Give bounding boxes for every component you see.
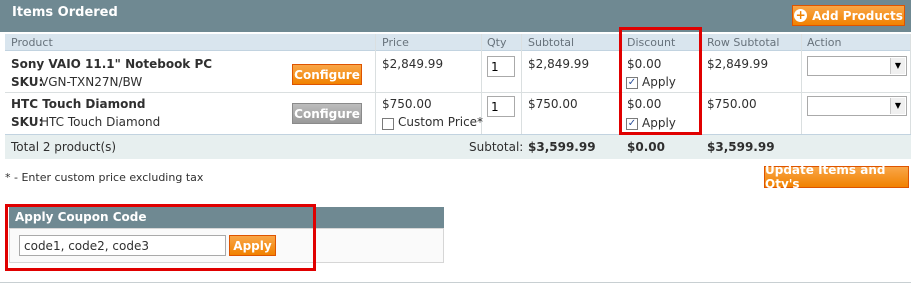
totals-row-subtotal-value: $3,599.99 xyxy=(707,140,775,154)
chevron-down-icon: ▼ xyxy=(890,58,905,74)
subtotal-value: $750.00 xyxy=(528,97,578,111)
action-select[interactable]: ▼ xyxy=(807,96,907,116)
qty-input[interactable] xyxy=(487,96,515,117)
sku-value: HTC Touch Diamond xyxy=(40,115,161,129)
column-header-subtotal: Subtotal xyxy=(528,36,575,49)
column-header-row-subtotal: Row Subtotal xyxy=(707,36,780,49)
discount-highlight-box xyxy=(619,27,702,135)
add-products-label: Add Products xyxy=(812,8,903,23)
row-divider xyxy=(5,92,911,93)
subtotal-value: $2,849.99 xyxy=(528,57,590,71)
column-header-product: Product xyxy=(11,36,53,49)
action-select[interactable]: ▼ xyxy=(807,56,907,76)
price-value: $2,849.99 xyxy=(382,57,444,71)
column-header-action: Action xyxy=(807,36,842,49)
row-subtotal-value: $2,849.99 xyxy=(707,57,769,71)
plus-icon: + xyxy=(794,8,808,22)
configure-button[interactable]: Configure xyxy=(292,64,362,85)
custom-price-note: * - Enter custom price excluding tax xyxy=(5,171,204,184)
total-products-label: Total 2 product(s) xyxy=(11,140,117,154)
custom-price-checkbox[interactable] xyxy=(382,118,394,130)
totals-discount-value: $0.00 xyxy=(627,140,665,154)
product-name: Sony VAIO 11.1" Notebook PC xyxy=(11,57,213,71)
configure-button-disabled[interactable]: Configure xyxy=(292,103,362,124)
column-header-qty: Qty xyxy=(487,36,507,49)
grid-header-row: Product Price Qty Subtotal Discount Row … xyxy=(5,34,911,51)
product-name: HTC Touch Diamond xyxy=(11,97,146,111)
sku-label: SKU: xyxy=(11,115,44,129)
sku-value: VGN-TXN27N/BW xyxy=(40,75,143,89)
column-header-price: Price xyxy=(382,36,409,49)
coupon-highlight-box xyxy=(5,204,316,271)
chevron-down-icon: ▼ xyxy=(890,98,905,114)
custom-price-label: Custom Price* xyxy=(398,115,484,129)
sku-label: SKU: xyxy=(11,75,44,89)
section-title: Items Ordered xyxy=(12,5,118,20)
qty-input[interactable] xyxy=(487,56,515,77)
section-divider xyxy=(0,282,911,283)
totals-subtotal-value: $3,599.99 xyxy=(528,140,596,154)
price-value: $750.00 xyxy=(382,97,432,111)
items-ordered-header: Items Ordered + Add Products xyxy=(0,0,911,32)
row-subtotal-value: $750.00 xyxy=(707,97,757,111)
update-items-button[interactable]: Update Items and Qty's xyxy=(764,163,909,191)
totals-subtotal-label: Subtotal: xyxy=(469,140,524,154)
totals-row: Total 2 product(s) Subtotal: $3,599.99 $… xyxy=(5,134,911,159)
add-products-button[interactable]: + Add Products xyxy=(792,5,905,26)
